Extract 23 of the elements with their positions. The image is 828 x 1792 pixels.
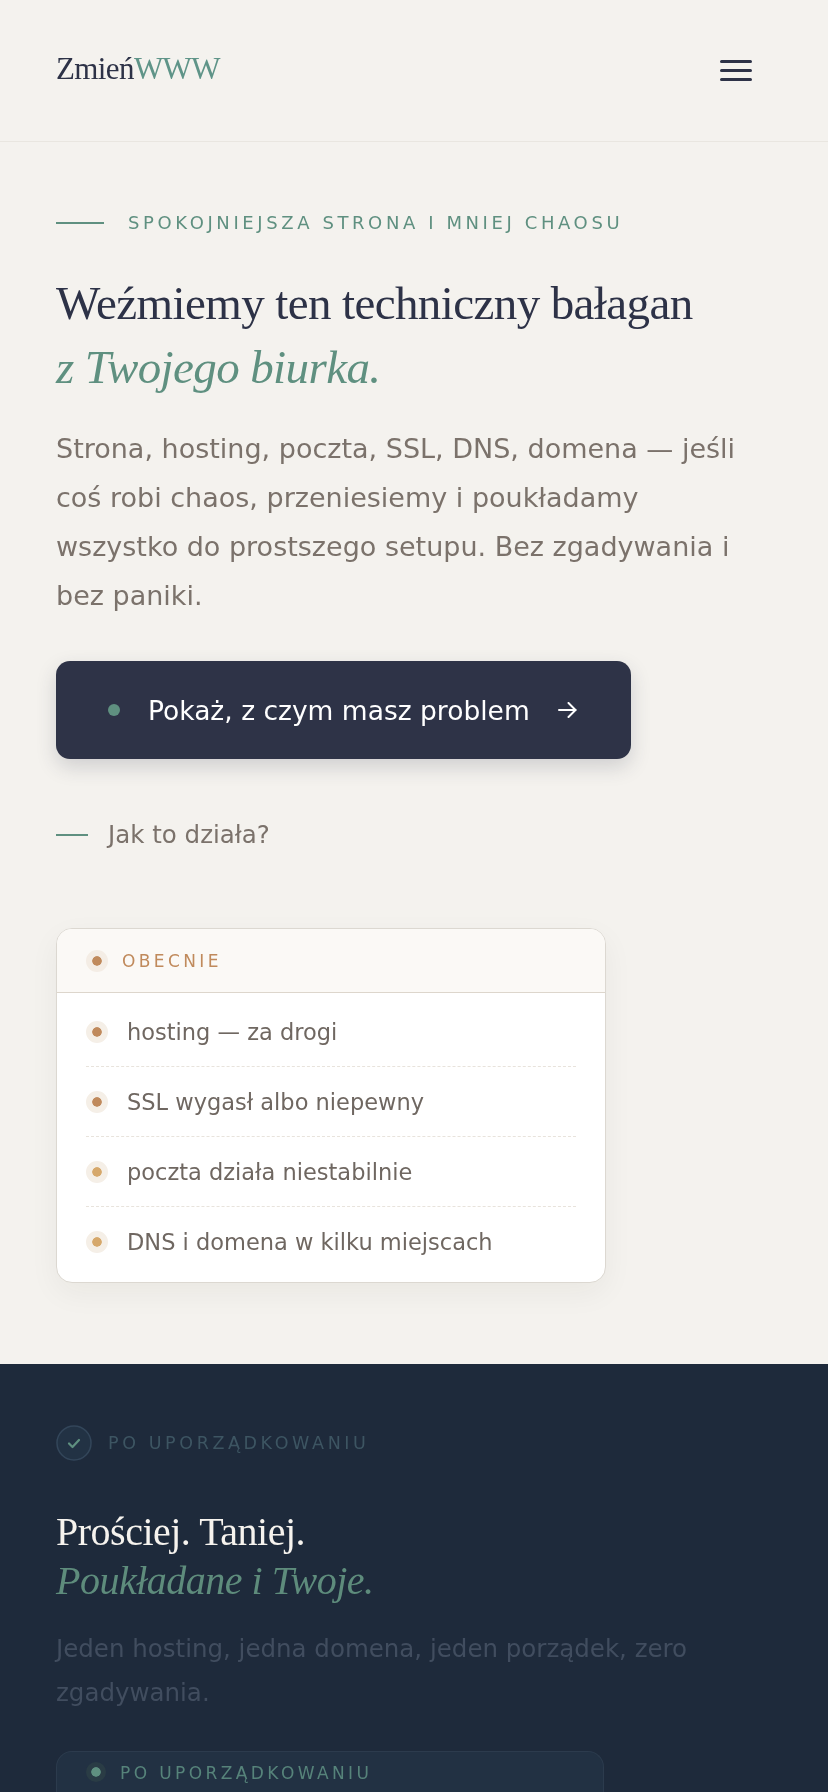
accent-line — [56, 834, 88, 836]
section-heading-accent: Poukładane i Twoje. — [56, 1557, 374, 1605]
logo-link[interactable]: ZmieńWWW — [56, 53, 220, 84]
hero-heading: Weźmiemy ten techniczny bałagan — [56, 276, 693, 331]
card-title: OBECNIE — [122, 950, 222, 971]
arrow-right-icon — [557, 702, 577, 718]
how-it-works-link[interactable]: Jak to działa? — [108, 820, 270, 850]
section-heading: Prościej. Taniej. — [56, 1508, 306, 1556]
cta-button[interactable]: Pokaż, z czym masz problem — [56, 661, 631, 759]
hero-heading-accent: z Twojego biurka. — [56, 340, 381, 395]
problem-item: DNS i domena w kilku miejscach — [127, 1229, 493, 1255]
accent-line — [56, 222, 104, 224]
menu-icon — [720, 60, 752, 81]
problem-item: SSL wygasł albo niepewny — [127, 1088, 424, 1115]
dot-icon — [108, 704, 120, 716]
lead-paragraph: Strona, hosting, poczta, SSL, DNS, domena — jeśli coś robi chaos, przeniesiemy i poukładamy wszystko do prostszego setupu. Bez zgadywania i bez paniki. — [56, 432, 737, 613]
dot-icon — [86, 1762, 106, 1782]
eyebrow-text: SPOKOJNIEJSZA STRONA I MNIEJ CHAOSU — [128, 212, 624, 234]
problem-item: poczta działa niestabilnie — [127, 1158, 413, 1185]
problem-item: hosting — za drogi — [127, 1018, 338, 1045]
dot-icon — [86, 949, 108, 972]
check-circle-icon — [56, 1425, 92, 1461]
card-title: PO UPORZĄDKOWANIU — [120, 1762, 373, 1784]
